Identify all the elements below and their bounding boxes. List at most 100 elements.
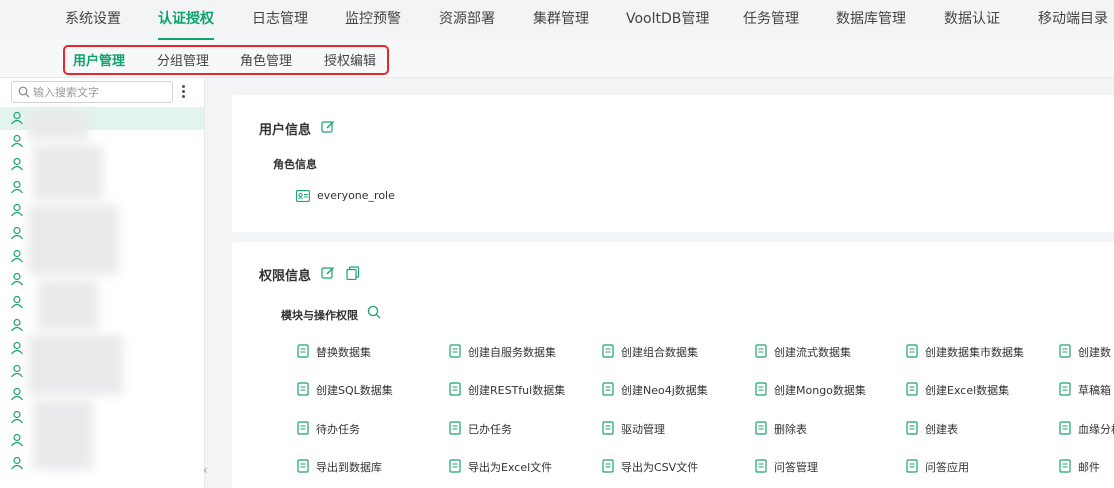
nav-item-tasks[interactable]: 任务管理 — [743, 0, 799, 40]
permission-label: 邮件 — [1078, 461, 1100, 474]
user-icon — [11, 295, 23, 309]
user-icon — [11, 157, 23, 171]
user-icon — [11, 249, 23, 263]
id-card-icon — [296, 190, 310, 202]
permission-label: 创建自服务数据集 — [468, 346, 556, 359]
more-options-icon[interactable] — [180, 85, 186, 99]
user-info-card: 用户信息 角色信息 everyone_role — [232, 95, 1114, 232]
role-info-title: 角色信息 — [273, 158, 317, 171]
permission-info-card: 权限信息 模块与操作权限 替换数据集 创建自服务数据集 创建组合数据集 创建流式数据集… — [232, 242, 1114, 488]
replace-dataset-icon — [297, 344, 309, 358]
permission-label: 创建数 — [1078, 346, 1111, 359]
nav-item-monitor[interactable]: 监控预警 — [345, 0, 401, 40]
search-icon — [18, 86, 30, 98]
search-box — [11, 81, 173, 103]
permission-label: 血缘分析 — [1078, 423, 1114, 436]
user-icon — [11, 272, 23, 286]
permission-label: 创建RESTful数据集 — [468, 384, 566, 397]
permission-label: 创建流式数据集 — [774, 346, 851, 359]
export-csv-icon — [602, 459, 614, 473]
nav-item-system-settings[interactable]: 系统设置 — [65, 0, 121, 40]
mongo-dataset-icon — [755, 382, 767, 396]
user-icon — [11, 410, 23, 424]
permission-label: 导出到数据库 — [316, 461, 382, 474]
tab-group-management[interactable]: 分组管理 — [157, 50, 209, 69]
permission-info-title: 权限信息 — [259, 269, 312, 284]
export-database-icon — [297, 459, 309, 473]
permission-label: 已办任务 — [468, 423, 512, 436]
nav-item-vooltdb[interactable]: VooltDB管理 — [626, 0, 709, 40]
permission-label: 导出为CSV文件 — [621, 461, 699, 474]
permission-label: 创建组合数据集 — [621, 346, 698, 359]
user-icon — [11, 226, 23, 240]
nav-item-data-cert[interactable]: 数据认证 — [944, 0, 1000, 40]
copy-permission-icon[interactable] — [346, 266, 360, 280]
permission-label: 问答管理 — [774, 461, 818, 474]
tab-role-management[interactable]: 角色管理 — [240, 50, 292, 69]
datamart-dataset-icon — [906, 344, 918, 358]
user-icon — [11, 134, 23, 148]
tab-auth-edit[interactable]: 授权编辑 — [324, 50, 376, 69]
nav-item-database[interactable]: 数据库管理 — [836, 0, 906, 40]
user-icon — [11, 433, 23, 447]
nav-item-mobile[interactable]: 移动端目录 — [1038, 0, 1108, 40]
permission-label: 驱动管理 — [621, 423, 665, 436]
sql-dataset-icon — [297, 382, 309, 396]
self-service-dataset-icon — [449, 344, 461, 358]
drafts-icon — [1059, 382, 1071, 396]
driver-settings-icon — [602, 421, 614, 435]
network-dataset-icon — [1059, 344, 1071, 358]
user-icon — [11, 111, 23, 125]
lineage-icon — [1059, 421, 1071, 435]
search-input[interactable] — [33, 83, 169, 101]
sub-navigation: 用户管理 分组管理 角色管理 授权编辑 — [0, 40, 1114, 78]
export-excel-icon — [449, 459, 461, 473]
permission-label: 创建表 — [925, 423, 958, 436]
app-window: { "colors": { "accent": "#0fa36b", "high… — [0, 0, 1114, 488]
user-icon — [11, 180, 23, 194]
permission-label: 草稿箱 — [1078, 384, 1111, 397]
module-permission-title: 模块与操作权限 — [281, 309, 358, 322]
search-permission-icon[interactable] — [367, 305, 381, 319]
qa-app-icon — [906, 459, 918, 473]
nav-item-auth[interactable]: 认证授权 — [158, 0, 214, 40]
user-icon — [11, 387, 23, 401]
role-name: everyone_role — [317, 189, 395, 202]
permission-label: 创建Excel数据集 — [925, 384, 1010, 397]
permission-label: 问答应用 — [925, 461, 969, 474]
nav-item-cluster[interactable]: 集群管理 — [533, 0, 589, 40]
user-info-title: 用户信息 — [259, 123, 312, 138]
combined-dataset-icon — [602, 344, 614, 358]
neo4j-dataset-icon — [602, 382, 614, 396]
stream-dataset-icon — [755, 344, 767, 358]
nav-item-logs[interactable]: 日志管理 — [252, 0, 308, 40]
permission-label: 创建Mongo数据集 — [774, 384, 866, 397]
permission-label: 待办任务 — [316, 423, 360, 436]
permission-label: 替换数据集 — [316, 346, 371, 359]
top-navigation: 系统设置 认证授权 日志管理 监控预警 资源部署 集群管理 VooltDB管理 … — [0, 0, 1114, 40]
nav-item-deploy[interactable]: 资源部署 — [439, 0, 495, 40]
excel-dataset-icon — [906, 382, 918, 396]
create-table-icon — [906, 421, 918, 435]
tab-user-management[interactable]: 用户管理 — [73, 50, 125, 69]
qa-manage-icon — [755, 459, 767, 473]
permission-label: 删除表 — [774, 423, 807, 436]
user-icon — [11, 318, 23, 332]
mail-icon — [1059, 459, 1071, 473]
user-icon — [11, 456, 23, 470]
user-icon — [11, 364, 23, 378]
delete-table-icon — [755, 421, 767, 435]
user-icon — [11, 203, 23, 217]
redacted-user-names — [28, 110, 128, 480]
collapse-sidebar-icon[interactable]: ‹ — [203, 463, 208, 477]
todo-task-icon — [297, 421, 309, 435]
permission-label: 创建SQL数据集 — [316, 384, 393, 397]
edit-user-info-icon[interactable] — [321, 120, 335, 134]
permission-label: 导出为Excel文件 — [468, 461, 553, 474]
user-icon — [11, 341, 23, 355]
permission-label: 创建Neo4j数据集 — [621, 384, 708, 397]
permission-label: 创建数据集市数据集 — [925, 346, 1024, 359]
restful-dataset-icon — [449, 382, 461, 396]
done-task-icon — [449, 421, 461, 435]
edit-permission-icon[interactable] — [321, 266, 335, 280]
